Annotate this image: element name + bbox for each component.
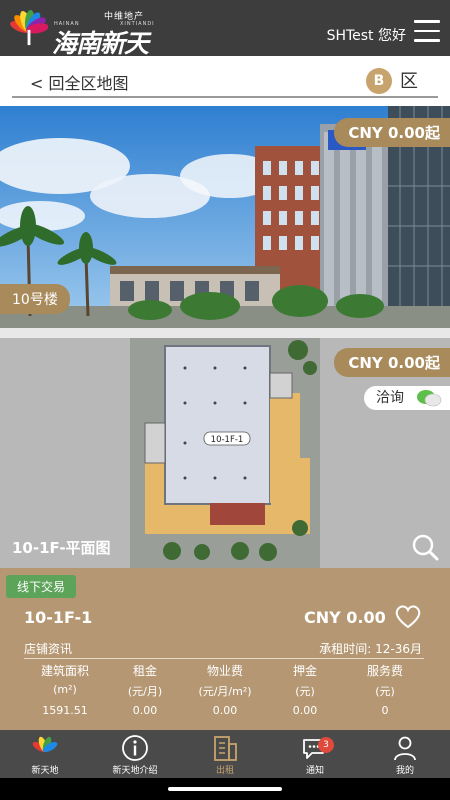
consult-label: 洽询 xyxy=(376,390,404,406)
bottom-tab-bar: 新天地 新天地介绍 出租 通知 我的 3 xyxy=(0,730,450,778)
person-icon xyxy=(394,736,416,761)
info-icon xyxy=(122,735,148,761)
building-price-tag: CNY 0.00起 xyxy=(334,118,450,147)
flower-logo-icon xyxy=(32,736,58,753)
user-greeting: SHTest 您好 xyxy=(326,28,406,44)
system-navigation-bar xyxy=(0,778,450,800)
floor-plan-section[interactable]: 10-1F-1 CNY 0.00起 洽询 10-1F-平面图 xyxy=(0,338,450,568)
tab-xintiandi[interactable]: 新天地 xyxy=(0,730,90,778)
notification-count-badge: 3 xyxy=(318,737,334,753)
brand-logo[interactable]: 中维地产 HAINAN XINTIANDI 海南新天地 xyxy=(10,5,170,94)
tab-label: 新天地 xyxy=(31,766,59,776)
zone-suffix: 区 xyxy=(400,71,418,92)
building-icon xyxy=(214,736,237,761)
heart-favorite-icon[interactable] xyxy=(394,604,422,630)
app-screen: 中维地产 HAINAN XINTIANDI 海南新天地 SHTest 您好 < … xyxy=(0,0,450,800)
table-header-row: 建筑面积 租金 物业费 押金 服务费 xyxy=(40,664,403,678)
table-value-row: 1591.51 0.00 0.00 0.00 0 xyxy=(42,704,389,717)
tab-label: 通知 xyxy=(305,766,324,776)
tab-notifications[interactable]: 通知 xyxy=(270,730,360,778)
table-unit-row: (m²) (元/月) (元/月/m²) (元) (元) xyxy=(53,683,395,698)
floor-plan-unit-label: 10-1F-1 xyxy=(211,435,244,445)
shop-info-label: 店铺资讯 xyxy=(24,642,73,656)
building-name-label: 10号楼 xyxy=(0,284,70,314)
unit-name: 10-1F-1 xyxy=(24,608,93,627)
plan-price-tag: CNY 0.00起 xyxy=(334,348,450,377)
zone-nav-bar: < 回全区地图 B 区 xyxy=(0,56,450,106)
unit-detail-card[interactable]: 线下交易 10-1F-1 CNY 0.00 店铺资讯 承租时间: 12-36月 … xyxy=(0,568,450,730)
hamburger-menu-icon[interactable] xyxy=(414,20,440,42)
tab-rent[interactable]: 出租 xyxy=(180,730,270,778)
building-photo[interactable]: CNY 0.00起 10号楼 xyxy=(0,106,450,328)
back-to-map-link[interactable]: < 回全区地图 xyxy=(30,70,129,94)
lease-time: 承租时间: 12-36月 xyxy=(319,642,422,656)
tab-label: 我的 xyxy=(395,766,414,776)
flower-logo-icon xyxy=(10,10,48,46)
zone-letter-badge: B xyxy=(366,68,392,94)
wechat-icon xyxy=(417,390,442,407)
logo-text: 中维地产 HAINAN XINTIANDI 海南新天地 xyxy=(52,6,170,94)
consult-button[interactable]: 洽询 xyxy=(364,386,450,410)
tab-intro[interactable]: 新天地介绍 xyxy=(90,730,180,778)
info-divider xyxy=(24,658,424,659)
search-icon[interactable] xyxy=(410,532,440,562)
tab-label: 出租 xyxy=(215,766,234,776)
offline-trade-badge: 线下交易 xyxy=(6,575,77,598)
tab-profile[interactable]: 我的 xyxy=(360,730,450,778)
unit-price: CNY 0.00 xyxy=(304,608,386,627)
top-header: 中维地产 HAINAN XINTIANDI 海南新天地 SHTest 您好 xyxy=(0,0,450,94)
home-indicator[interactable] xyxy=(168,787,282,791)
section-gap xyxy=(0,328,450,338)
floor-plan-title: 10-1F-平面图 xyxy=(12,539,111,557)
tab-label: 新天地介绍 xyxy=(112,766,158,776)
nav-divider xyxy=(12,96,438,98)
